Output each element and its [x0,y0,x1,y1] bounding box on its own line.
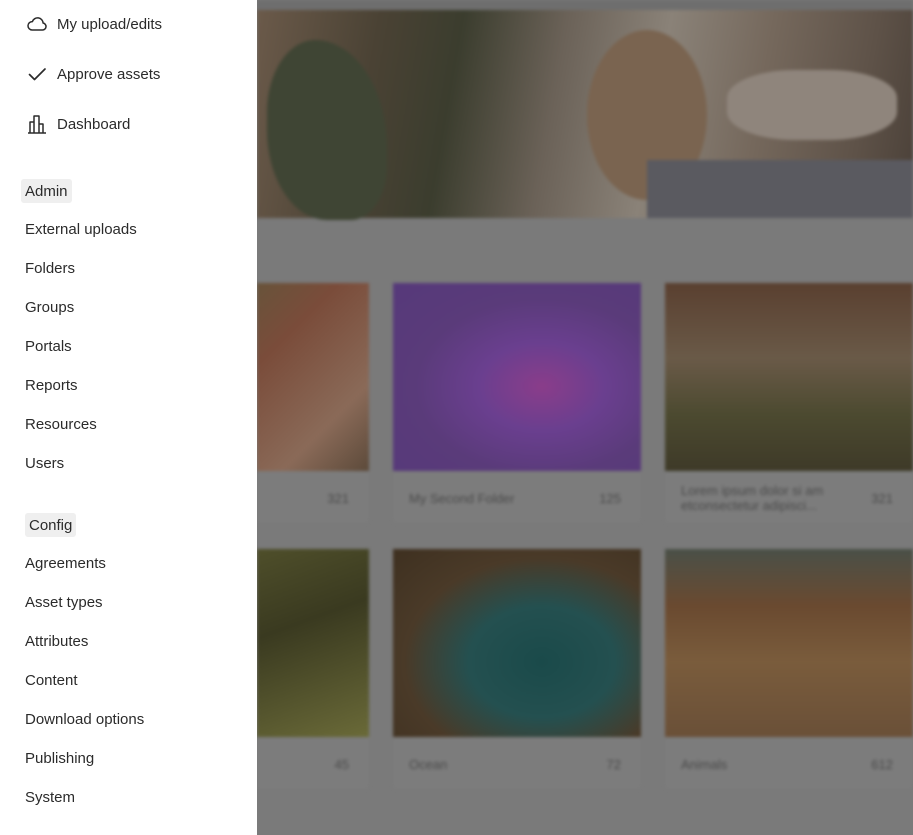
checkmark-icon [25,62,49,86]
config-link-system[interactable]: System [25,789,75,807]
admin-link-portals[interactable]: Portals [25,338,72,356]
folder-name: My Second Folder [409,491,515,506]
folder-thumbnail [665,549,913,737]
admin-link-external-uploads[interactable]: External uploads [25,221,137,239]
admin-link-folders[interactable]: Folders [25,260,75,278]
config-link-asset-types[interactable]: Asset types [25,594,103,612]
hero-image [257,10,913,220]
config-link-download-options[interactable]: Download options [25,711,144,729]
admin-link-groups[interactable]: Groups [25,299,74,317]
folder-count: 72 [606,757,621,772]
config-link-publishing[interactable]: Publishing [25,750,94,768]
nav-item-label: Approve assets [57,65,161,83]
folder-name: Ocean [409,757,448,772]
folder-thumbnail [393,549,641,737]
folder-count: 45 [334,757,349,772]
nav-item-dashboard[interactable]: Dashboard [25,112,130,136]
admin-link-resources[interactable]: Resources [25,416,97,434]
folder-thumbnail [393,283,641,471]
nav-item-label: Dashboard [57,115,131,133]
cloud-icon [25,12,49,36]
folder-thumbnail [257,283,369,471]
nav-item-label: My upload/edits [57,15,163,33]
folder-name: Animals [681,757,728,772]
background-header-strip [257,0,913,10]
folder-card: Ocean 72 [393,549,641,789]
config-link-content[interactable]: Content [25,672,78,690]
folder-thumbnail [665,283,913,471]
admin-link-users[interactable]: Users [25,455,64,473]
section-label-admin: Admin [21,179,72,203]
folder-count: 125 [599,491,621,506]
config-link-attributes[interactable]: Attributes [25,633,88,651]
folder-card: 45 [257,549,369,789]
nav-item-my-uploads[interactable]: My upload/edits [25,12,162,36]
hero-image-shape [727,70,897,140]
section-label-config: Config [25,513,77,537]
admin-link-reports[interactable]: Reports [25,377,78,395]
folder-thumbnail [257,549,369,737]
folder-name: Lorem ipsum dolor si am etconsectetur ad… [681,483,824,513]
folder-count: 612 [871,757,893,772]
hero-image-shape [647,160,913,218]
nav-item-approve-assets[interactable]: Approve assets [25,62,160,86]
folder-count: 321 [871,491,893,506]
navigation-drawer: My upload/edits Approve assets Dashboard… [0,0,257,835]
hero-image-shape [267,40,387,220]
folder-count: 321 [327,491,349,506]
bar-chart-icon [25,112,49,136]
folder-card: Animals 612 [665,549,913,789]
folder-card: Lorem ipsum dolor si am etconsectetur ad… [665,283,913,523]
config-link-agreements[interactable]: Agreements [25,555,106,573]
folder-card: 321 [257,283,369,523]
folder-card: My Second Folder 125 [393,283,641,523]
background-page: 321 My Second Folder 125 Lorem ipsum dol… [257,0,913,835]
